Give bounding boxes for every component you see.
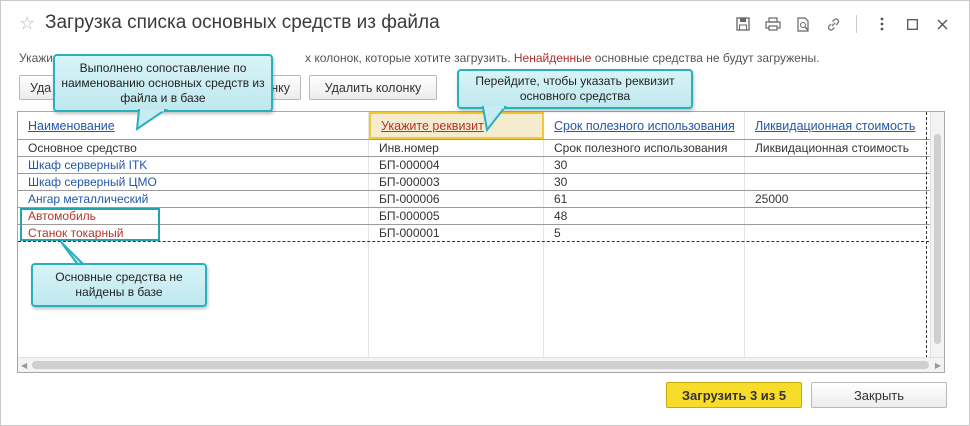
- preview-icon[interactable]: [794, 15, 812, 33]
- horizontal-scrollbar[interactable]: ◀ ▶: [18, 357, 944, 372]
- close-icon[interactable]: [933, 15, 951, 33]
- callout-not-found-text: Основные средства не найдены в базе: [55, 270, 183, 299]
- callout-requisite: Перейдите, чтобы указать реквизит основн…: [457, 69, 693, 109]
- close-button[interactable]: Закрыть: [811, 382, 947, 408]
- table-row[interactable]: Шкаф серверный ITK БП-000004 30: [18, 156, 944, 173]
- row-name-cell[interactable]: Шкаф серверный ITK: [18, 157, 368, 174]
- row-term-cell[interactable]: 61: [544, 191, 744, 208]
- hint-not-found: Ненайденные: [513, 51, 592, 65]
- callout-matched: Выполнено сопоставление по наименованию …: [53, 54, 273, 112]
- row-liq-cell[interactable]: [745, 208, 931, 225]
- vertical-scrollbar[interactable]: [930, 112, 944, 358]
- row-inv-cell[interactable]: БП-000003: [369, 174, 543, 191]
- row-inv-cell[interactable]: БП-000001: [369, 225, 543, 242]
- vertical-scrollbar-thumb[interactable]: [934, 134, 941, 344]
- delete-column-button[interactable]: Удалить колонку: [309, 75, 437, 100]
- dialog-window: ☆ Загрузка списка основных средств из фа…: [0, 0, 970, 426]
- row-liq-cell[interactable]: [745, 157, 931, 174]
- column-header-term[interactable]: Срок полезного использования: [544, 112, 744, 139]
- row-inv-cell[interactable]: БП-000005: [369, 208, 543, 225]
- not-found-highlight: [20, 208, 160, 241]
- row-inv-cell[interactable]: БП-000004: [369, 157, 543, 174]
- print-icon[interactable]: [764, 15, 782, 33]
- row-term-cell[interactable]: 30: [544, 174, 744, 191]
- callout-matched-pointer: [135, 109, 169, 131]
- title-bar-separator: [856, 15, 857, 33]
- maximize-icon[interactable]: [903, 15, 921, 33]
- table-dashed-edge: [926, 112, 927, 358]
- more-menu-icon[interactable]: [873, 15, 891, 33]
- save-icon[interactable]: [734, 15, 752, 33]
- table-row[interactable]: Шкаф серверный ЦМО БП-000003 30: [18, 173, 944, 190]
- row-liq-cell[interactable]: 25000: [745, 191, 931, 208]
- title-bar-icons: [722, 15, 951, 33]
- load-button[interactable]: Загрузить 3 из 5: [666, 382, 802, 408]
- row-liq-cell[interactable]: [745, 225, 931, 242]
- hint-middle: х колонок, которые хотите загрузить.: [305, 51, 514, 65]
- row-term-cell[interactable]: 48: [544, 208, 744, 225]
- table-row[interactable]: Ангар металлический БП-000006 61 25000: [18, 190, 944, 207]
- subheader-cell: Ликвидационная стоимость: [755, 141, 910, 155]
- row-inv-cell[interactable]: БП-000006: [369, 191, 543, 208]
- delete-row-button-label: Уда: [30, 80, 52, 95]
- callout-matched-text: Выполнено сопоставление по наименованию …: [61, 60, 265, 105]
- table-end-line: [18, 241, 944, 242]
- column-header-liquidation[interactable]: Ликвидационная стоимость: [745, 112, 931, 139]
- title-bar: ☆ Загрузка списка основных средств из фа…: [1, 1, 969, 47]
- row-liq-cell[interactable]: [745, 174, 931, 191]
- favorite-star-icon[interactable]: ☆: [19, 13, 35, 34]
- callout-requisite-pointer: [481, 106, 508, 132]
- hint-prefix: Укажи: [19, 51, 54, 65]
- column-header-requisite-link[interactable]: Укажите реквизит: [381, 119, 484, 133]
- callout-requisite-text: Перейдите, чтобы указать реквизит основн…: [475, 74, 675, 103]
- scroll-left-icon[interactable]: ◀: [21, 361, 27, 370]
- hint-suffix: основные средства не будут загружены.: [591, 51, 820, 65]
- row-term-cell[interactable]: 30: [544, 157, 744, 174]
- callout-not-found: Основные средства не найдены в базе: [31, 263, 207, 307]
- link-icon[interactable]: [824, 15, 842, 33]
- column-header-term-link[interactable]: Срок полезного использования: [554, 119, 735, 133]
- scroll-right-icon[interactable]: ▶: [935, 361, 941, 370]
- subheader-cell: Инв.номер: [379, 141, 439, 155]
- row-name-cell[interactable]: Ангар металлический: [18, 191, 368, 208]
- horizontal-scrollbar-thumb[interactable]: [32, 361, 929, 369]
- column-header-liquidation-link[interactable]: Ликвидационная стоимость: [755, 119, 915, 133]
- row-name-cell[interactable]: Шкаф серверный ЦМО: [18, 174, 368, 191]
- data-table: Наименование Укажите реквизит Срок полез…: [17, 111, 945, 373]
- window-title: Загрузка списка основных средств из файл…: [45, 12, 440, 33]
- subheader-cell: Срок полезного использования: [554, 141, 728, 155]
- column-header-name[interactable]: Наименование: [18, 112, 368, 139]
- subheader-cell: Основное средство: [28, 141, 137, 155]
- delete-row-button-tail: нку: [271, 80, 290, 95]
- row-term-cell[interactable]: 5: [544, 225, 744, 242]
- table-subheader-row: Основное средство Инв.номер Срок полезно…: [18, 139, 944, 156]
- column-header-name-link[interactable]: Наименование: [28, 119, 115, 133]
